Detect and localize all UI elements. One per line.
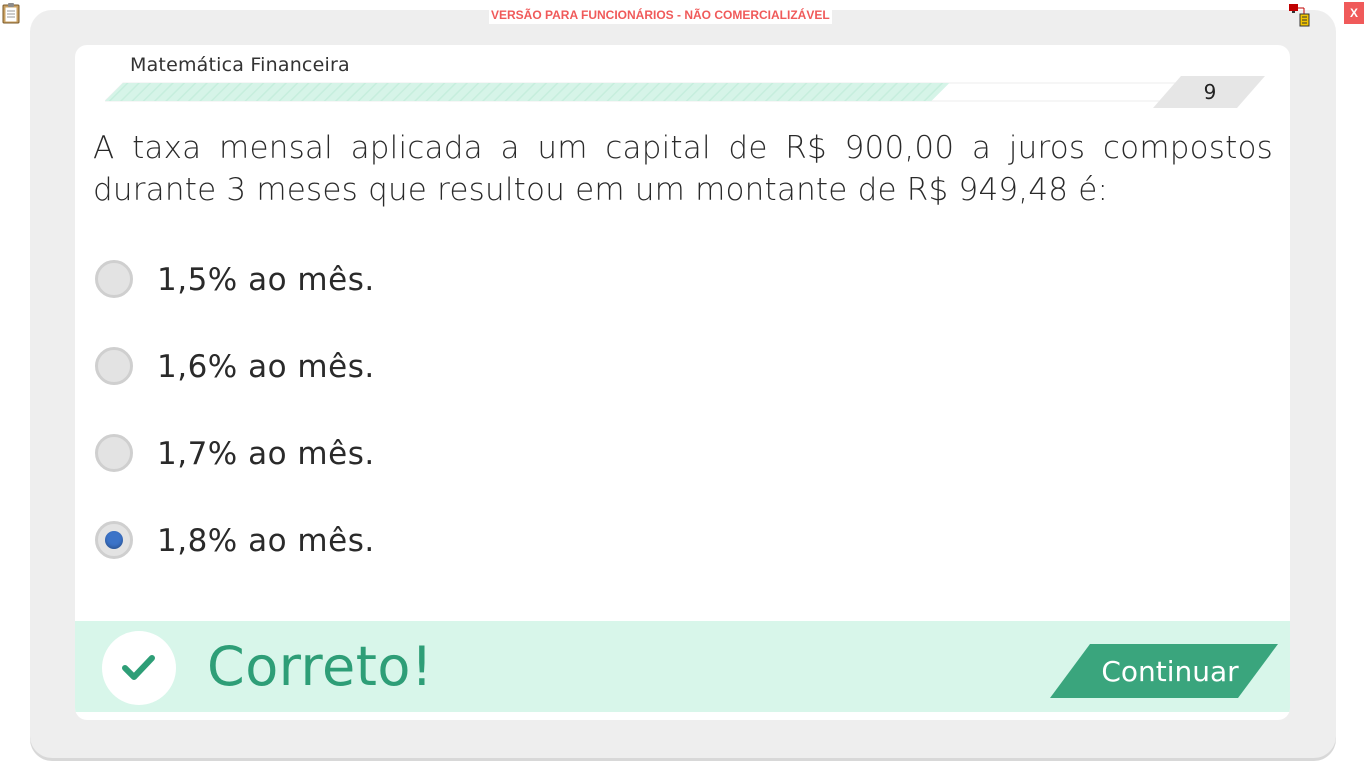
staff-version-banner: VERSÃO PARA FUNCIONÁRIOS - NÃO COMERCIAL… xyxy=(489,6,832,24)
radio-button[interactable] xyxy=(95,347,133,385)
radio-button[interactable] xyxy=(95,434,133,472)
question-text: A taxa mensal aplicada a um capital de R… xyxy=(93,130,1273,208)
radio-button-selected[interactable] xyxy=(95,521,133,559)
clipboard-icon[interactable] xyxy=(2,2,20,24)
page-number: 9 xyxy=(1203,80,1217,104)
option-label: 1,8% ao mês. xyxy=(157,523,375,559)
progress-fill xyxy=(105,83,950,101)
option-2[interactable]: 1,6% ao mês. xyxy=(95,343,495,393)
continue-label: Continuar xyxy=(1101,655,1239,688)
radio-button[interactable] xyxy=(95,260,133,298)
option-label: 1,6% ao mês. xyxy=(157,349,375,385)
option-label: 1,5% ao mês. xyxy=(157,262,375,298)
checkmark-icon xyxy=(102,631,176,705)
network-monitor-icon[interactable] xyxy=(1288,3,1314,27)
option-1[interactable]: 1,5% ao mês. xyxy=(95,256,495,306)
progress-bar xyxy=(103,82,1257,102)
feedback-status: Correto! xyxy=(207,635,434,698)
option-label: 1,7% ao mês. xyxy=(157,436,375,472)
close-button[interactable]: X xyxy=(1344,2,1364,24)
subject-title: Matemática Financeira xyxy=(130,54,350,76)
feedback-bar: Correto! Continuar xyxy=(75,621,1290,712)
option-4[interactable]: 1,8% ao mês. xyxy=(95,517,495,567)
continue-button[interactable]: Continuar xyxy=(1050,644,1280,698)
question-card: Matemática Financeira 9 A taxa mensal ap… xyxy=(75,45,1290,720)
option-3[interactable]: 1,7% ao mês. xyxy=(95,430,495,480)
